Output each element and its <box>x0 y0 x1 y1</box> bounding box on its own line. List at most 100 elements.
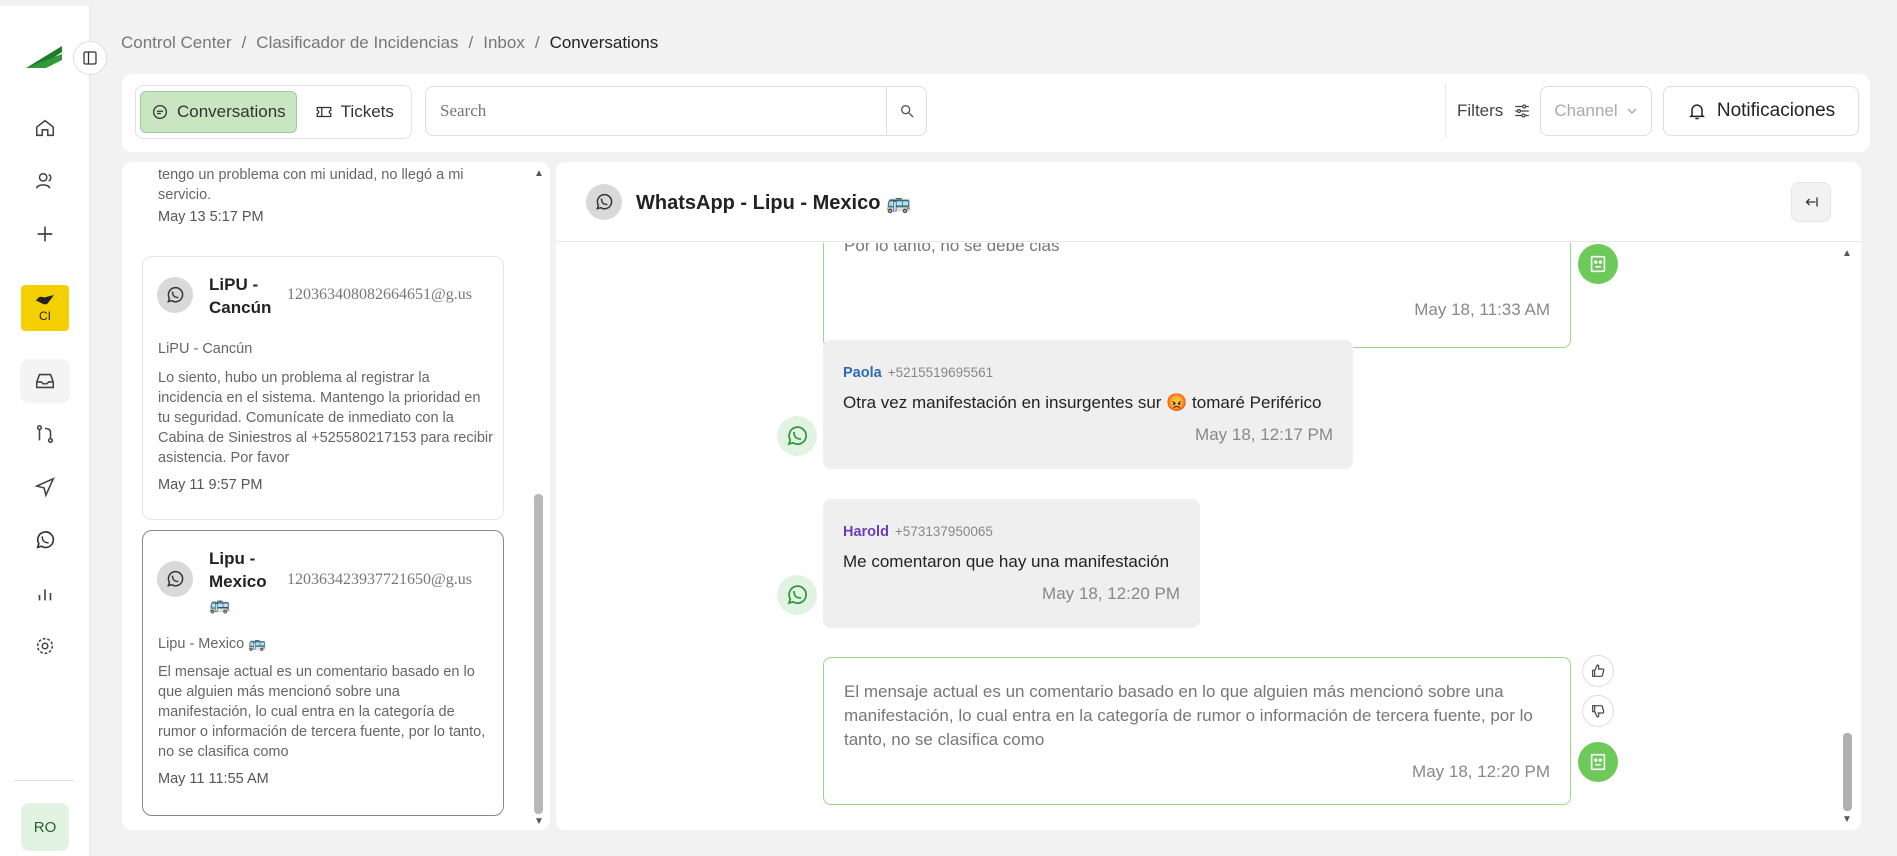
bot-icon <box>1578 244 1618 284</box>
bot-message: El mensaje actual es un comentario basad… <box>823 657 1571 805</box>
sender-name: Paola <box>843 365 882 381</box>
ci-label: CI <box>39 309 51 323</box>
conversation-preview: tengo un problema con mi unidad, no lleg… <box>158 167 464 203</box>
tab-tickets[interactable]: Tickets <box>305 91 404 133</box>
sender-name: Harold <box>843 524 889 540</box>
thumbs-down-icon[interactable] <box>1582 695 1614 727</box>
conversation-phone: 120363408082664651@g.us <box>287 286 472 303</box>
breadcrumb-inbox[interactable]: Inbox <box>483 33 525 53</box>
chevron-down-icon <box>1627 108 1637 115</box>
conversation-card[interactable]: LiPU - Cancún 120363408082664651@g.us Li… <box>142 256 504 520</box>
search-input[interactable] <box>426 87 886 135</box>
user-message: Paola +5215519695561 Otra vez manifestaci… <box>823 340 1353 469</box>
chat-panel: WhatsApp - Lipu - Mexico 🚌 Por lo tanto,… <box>556 162 1861 830</box>
conversation-date: May 11 11:55 AM <box>158 771 269 787</box>
message-text: El mensaje actual es un comentario basad… <box>844 682 1533 749</box>
list-scrollbar[interactable]: ▲ ▼ <box>532 168 546 828</box>
filters-button[interactable]: Filters <box>1457 86 1531 136</box>
whatsapp-avatar-icon <box>157 277 193 313</box>
breadcrumb-clasificador[interactable]: Clasificador de Incidencias <box>256 33 458 53</box>
flows-icon[interactable] <box>20 412 70 456</box>
add-icon[interactable] <box>20 212 70 256</box>
chat-title: WhatsApp - Lipu - Mexico 🚌 <box>636 192 911 214</box>
chat-header: WhatsApp - Lipu - Mexico 🚌 <box>556 162 1861 242</box>
toolbar: Conversations Tickets Filters Channel No… <box>122 74 1870 152</box>
conversation-card-selected[interactable]: Lipu - Mexico 🚌 120363423937721650@g.us … <box>142 530 504 816</box>
ticket-icon <box>316 106 332 118</box>
message-time: May 18, 12:20 PM <box>1042 584 1180 603</box>
breadcrumb: Control Center / Clasificador de Incidenc… <box>121 33 658 53</box>
view-tabs: Conversations Tickets <box>135 85 412 139</box>
conversation-subtitle: Lipu - Mexico 🚌 <box>158 636 267 652</box>
conversation-phone: 120363423937721650@g.us <box>287 571 472 588</box>
tab-conversations-label: Conversations <box>177 102 286 121</box>
toolbar-divider <box>1445 84 1446 138</box>
thumbs-up-icon[interactable] <box>1582 655 1614 687</box>
ci-logo-icon <box>36 295 54 305</box>
breadcrumb-control-center[interactable]: Control Center <box>121 33 232 53</box>
tab-conversations[interactable]: Conversations <box>140 91 297 133</box>
conversation-name: LiPU - Cancún <box>209 275 272 317</box>
message-list: Por lo tanto, no se debe clas May 18, 11… <box>556 243 1861 830</box>
list-scrollbar-thumb[interactable] <box>534 494 543 814</box>
collapse-arrow-icon <box>1805 197 1818 207</box>
conversation-preview: Lo siento, hubo un problema al registrar… <box>158 370 493 466</box>
breadcrumb-separator: / <box>468 33 474 52</box>
analytics-icon[interactable] <box>20 571 70 615</box>
scroll-up-icon[interactable]: ▲ <box>1840 248 1854 260</box>
scroll-down-icon[interactable]: ▼ <box>1840 814 1854 826</box>
conversation-name: Lipu - Mexico 🚌 <box>209 549 267 614</box>
search-button[interactable] <box>886 87 926 135</box>
search-box <box>425 86 927 136</box>
notifications-button[interactable]: Notificaciones <box>1663 86 1859 136</box>
channel-select-label: Channel <box>1554 101 1618 120</box>
chat-scrollbar-thumb[interactable] <box>1843 733 1852 811</box>
message-sender: Paola +5215519695561 <box>843 365 993 381</box>
whatsapp-sender-icon <box>777 575 817 615</box>
whatsapp-avatar-icon <box>157 561 193 597</box>
tab-tickets-label: Tickets <box>340 102 394 121</box>
sender-number: +573137950065 <box>894 524 993 539</box>
whatsapp-avatar-icon <box>586 184 622 220</box>
message-sender: Harold +573137950065 <box>843 524 993 540</box>
breadcrumb-separator: / <box>241 33 247 52</box>
contacts-icon[interactable] <box>20 159 70 203</box>
breadcrumb-conversations: Conversations <box>549 33 659 52</box>
search-icon <box>900 105 913 118</box>
message-text: Por lo tanto, no se debe clas <box>844 243 1060 255</box>
home-icon[interactable] <box>20 106 70 150</box>
rail-divider <box>14 780 74 781</box>
notifications-label: Notificaciones <box>1716 100 1836 121</box>
conversation-subtitle: LiPU - Cancún <box>158 341 253 357</box>
bell-icon <box>1688 104 1705 120</box>
send-icon[interactable] <box>20 465 70 509</box>
conversation-date: May 13 5:17 PM <box>158 209 264 225</box>
user-message: Harold +573137950065 Me comentaron que ha… <box>823 499 1200 628</box>
bot-message: Por lo tanto, no se debe clas May 18, 11… <box>823 243 1571 348</box>
brand-logo <box>24 42 64 75</box>
message-text: Me comentaron que hay una manifestación <box>843 552 1170 571</box>
channel-select[interactable]: Channel <box>1540 86 1652 136</box>
scroll-up-icon[interactable]: ▲ <box>532 168 546 180</box>
chat-scrollbar[interactable]: ▲ ▼ <box>1840 248 1854 826</box>
settings-icon[interactable] <box>20 624 70 668</box>
message-time: May 18, 11:33 AM <box>1414 300 1550 319</box>
chat-bubble-icon <box>152 104 168 120</box>
message-time: May 18, 12:17 PM <box>1195 425 1333 444</box>
collapse-panel-button[interactable] <box>1791 182 1831 222</box>
sliders-icon <box>1515 104 1530 118</box>
nav-rail: CI RO <box>0 6 90 856</box>
message-text: Otra vez manifestación en insurgentes su… <box>843 393 1322 412</box>
sidebar-toggle-icon[interactable] <box>73 41 107 75</box>
breadcrumb-separator: / <box>534 33 540 52</box>
message-time: May 18, 12:20 PM <box>1412 762 1550 781</box>
conversation-date: May 11 9:57 PM <box>158 477 263 493</box>
filters-label: Filters <box>1457 101 1504 120</box>
whatsapp-sender-icon <box>777 416 817 456</box>
whatsapp-icon[interactable] <box>20 518 70 562</box>
ci-workspace-badge[interactable]: CI <box>21 285 69 331</box>
user-avatar[interactable]: RO <box>21 803 69 851</box>
inbox-icon[interactable] <box>20 359 70 403</box>
scroll-down-icon[interactable]: ▼ <box>532 816 546 828</box>
bot-icon <box>1578 742 1618 782</box>
